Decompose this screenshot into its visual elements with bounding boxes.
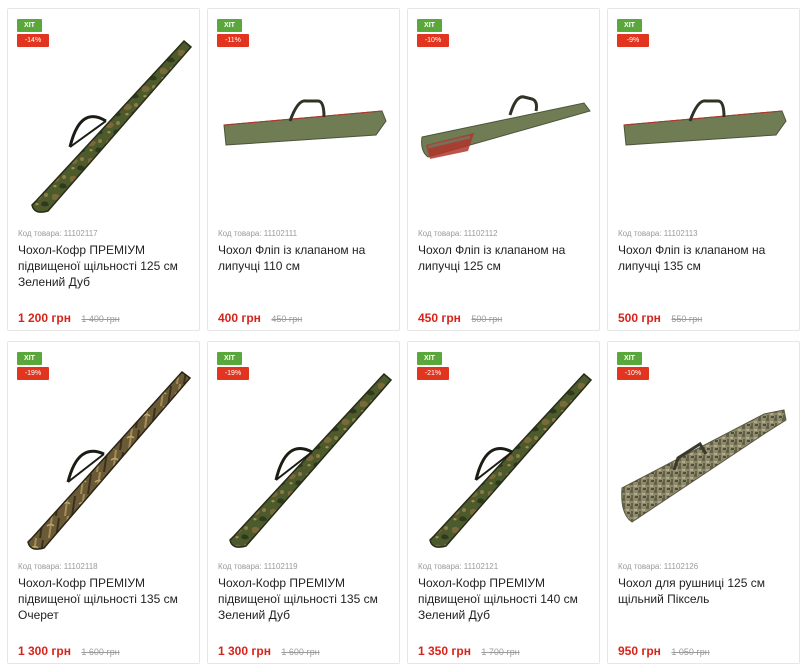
discount-badge: -11% (217, 34, 249, 47)
product-code: Код товара: 11102119 (218, 562, 298, 571)
product-code: Код товара: 11102118 (18, 562, 98, 571)
price-block: 1 350 грн 1 700 грн (418, 642, 520, 660)
current-price: 500 грн (618, 311, 661, 325)
current-price: 1 350 грн (418, 644, 471, 658)
badges: ХІТ -10% (417, 19, 449, 47)
current-price: 950 грн (618, 644, 661, 658)
old-price: 1 700 грн (481, 647, 520, 657)
product-title[interactable]: Чохол для рушниці 125 см щільний Піксель (618, 575, 790, 607)
discount-badge: -21% (417, 367, 449, 380)
old-price: 1 050 грн (671, 647, 710, 657)
current-price: 1 300 грн (218, 644, 271, 658)
discount-badge: -14% (17, 34, 49, 47)
old-price: 550 грн (671, 314, 703, 324)
price-block: 500 грн 550 грн (618, 309, 702, 327)
product-code: Код товара: 11102113 (618, 229, 698, 238)
badges: ХІТ -14% (17, 19, 49, 47)
badges: ХІТ -11% (217, 19, 249, 47)
product-code: Код товара: 11102126 (618, 562, 699, 571)
hit-badge: ХІТ (17, 19, 42, 32)
price-block: 400 грн 450 грн (218, 309, 302, 327)
product-card[interactable]: ХІТ -14% Код товара: 11102117 Чохол-Кофр… (7, 8, 200, 331)
hit-badge: ХІТ (217, 352, 242, 365)
hit-badge: ХІТ (17, 352, 42, 365)
olive-flip-case-open-icon[interactable] (414, 29, 594, 219)
current-price: 400 грн (218, 311, 261, 325)
olive-flip-case-icon[interactable] (614, 29, 794, 219)
pixel-camo-case-icon[interactable] (614, 362, 794, 552)
product-card[interactable]: ХІТ -19% Код товара: 11102119 Чохол-Кофр… (207, 341, 400, 664)
product-title[interactable]: Чохол-Кофр ПРЕМІУМ підвищеної щільності … (218, 575, 390, 623)
product-code: Код товара: 11102112 (418, 229, 498, 238)
product-card[interactable]: ХІТ -10% Код товара: 11102112 Чохол Фліп… (407, 8, 600, 331)
price-block: 1 300 грн 1 600 грн (218, 642, 320, 660)
old-price: 450 грн (271, 314, 303, 324)
old-price: 1 400 грн (81, 314, 120, 324)
product-card[interactable]: ХІТ -11% Код товара: 11102111 Чохол Фліп… (207, 8, 400, 331)
discount-badge: -10% (617, 367, 649, 380)
product-code: Код товара: 11102121 (418, 562, 499, 571)
product-title[interactable]: Чохол Фліп із клапаном на липучці 125 см (418, 242, 590, 274)
product-card[interactable]: ХІТ -19% Код товара: 11102118 Чохол-Кофр… (7, 341, 200, 664)
product-code: Код товара: 11102117 (18, 229, 98, 238)
old-price: 500 грн (471, 314, 503, 324)
product-code: Код товара: 11102111 (218, 229, 298, 238)
product-title[interactable]: Чохол Фліп із клапаном на липучці 135 см (618, 242, 790, 274)
hit-badge: ХІТ (417, 19, 442, 32)
badges: ХІТ -21% (417, 352, 449, 380)
product-grid: ХІТ -14% Код товара: 11102117 Чохол-Кофр… (0, 0, 800, 664)
current-price: 450 грн (418, 311, 461, 325)
hit-badge: ХІТ (617, 19, 642, 32)
discount-badge: -19% (217, 367, 249, 380)
camo-oak-case-icon[interactable] (14, 29, 194, 219)
hit-badge: ХІТ (617, 352, 642, 365)
discount-badge: -10% (417, 34, 449, 47)
product-title[interactable]: Чохол-Кофр ПРЕМІУМ підвищеної щільності … (418, 575, 590, 623)
price-block: 1 300 грн 1 600 грн (18, 642, 120, 660)
current-price: 1 200 грн (18, 311, 71, 325)
current-price: 1 300 грн (18, 644, 71, 658)
hit-badge: ХІТ (217, 19, 242, 32)
badges: ХІТ -19% (217, 352, 249, 380)
product-title[interactable]: Чохол-Кофр ПРЕМІУМ підвищеної щільності … (18, 242, 190, 290)
product-title[interactable]: Чохол-Кофр ПРЕМІУМ підвищеної щільності … (18, 575, 190, 623)
badges: ХІТ -9% (617, 19, 649, 47)
camo-oak-case-icon[interactable] (414, 362, 594, 552)
product-title[interactable]: Чохол Фліп із клапаном на липучці 110 см (218, 242, 390, 274)
badges: ХІТ -10% (617, 352, 649, 380)
camo-oak-case-icon[interactable] (214, 362, 394, 552)
hit-badge: ХІТ (417, 352, 442, 365)
product-card[interactable]: ХІТ -9% Код товара: 11102113 Чохол Фліп … (607, 8, 800, 331)
price-block: 1 200 грн 1 400 грн (18, 309, 120, 327)
olive-flip-case-icon[interactable] (214, 29, 394, 219)
badges: ХІТ -19% (17, 352, 49, 380)
product-card[interactable]: ХІТ -10% Код товара: 11102126 Чохол для … (607, 341, 800, 664)
old-price: 1 600 грн (281, 647, 320, 657)
product-card[interactable]: ХІТ -21% Код товара: 11102121 Чохол-Кофр… (407, 341, 600, 664)
price-block: 450 грн 500 грн (418, 309, 502, 327)
discount-badge: -19% (17, 367, 49, 380)
discount-badge: -9% (617, 34, 649, 47)
old-price: 1 600 грн (81, 647, 120, 657)
price-block: 950 грн 1 050 грн (618, 642, 710, 660)
camo-reed-case-icon[interactable] (14, 362, 194, 552)
